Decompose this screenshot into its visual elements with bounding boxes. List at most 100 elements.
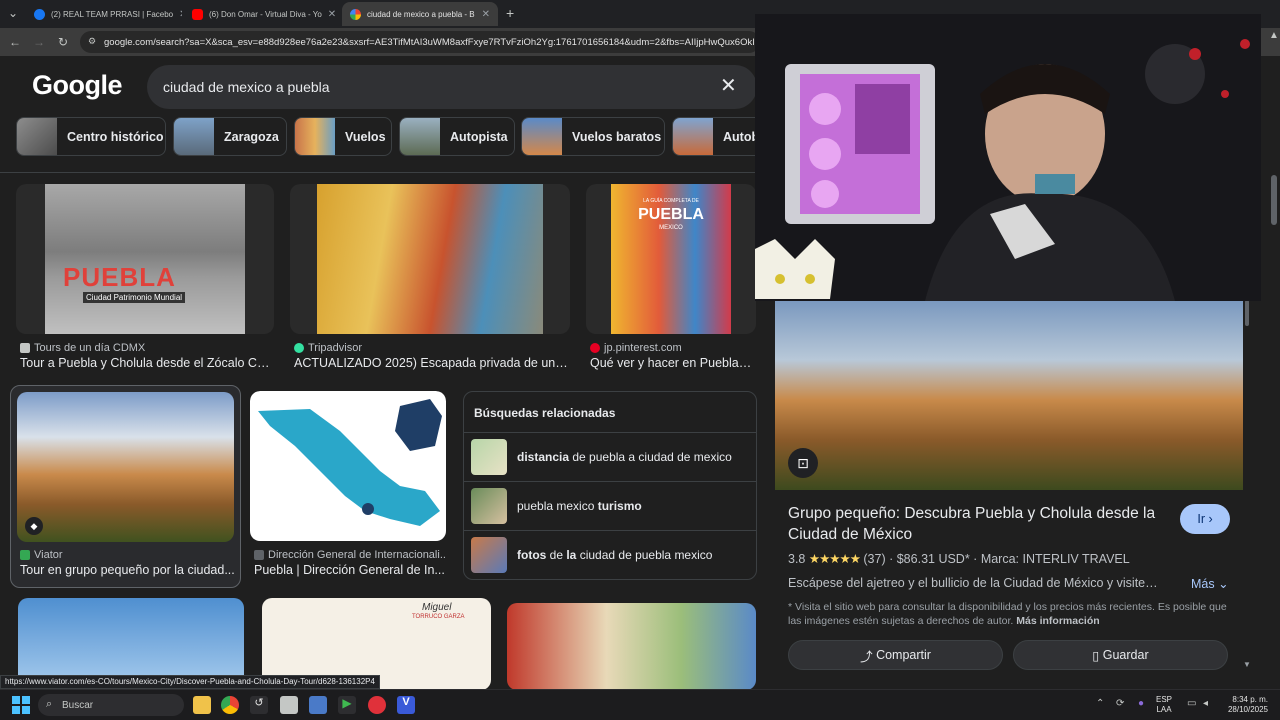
reload-icon[interactable]: ↻: [54, 33, 72, 51]
tripadvisor-icon: [294, 343, 304, 353]
more-label: Más: [1191, 577, 1215, 591]
site-info-icon[interactable]: ⚙: [88, 36, 96, 47]
chip-vuelos-baratos[interactable]: Vuelos baratos: [521, 117, 665, 156]
result-title[interactable]: Puebla | Dirección General de In...: [254, 563, 446, 577]
review-count: (37): [863, 552, 886, 566]
sync-icon[interactable]: ⟳: [1116, 698, 1124, 709]
volume-icon[interactable]: ◂: [1203, 698, 1208, 709]
bookmark-icon: ▯: [1092, 648, 1100, 663]
image-result-facades[interactable]: [507, 603, 756, 690]
chrome-icon[interactable]: [221, 696, 239, 714]
panel-scrollbar[interactable]: [1245, 300, 1249, 326]
status-url: https://www.viator.com/es-CO/tours/Mexic…: [0, 675, 380, 689]
back-icon[interactable]: ←: [6, 33, 24, 51]
tab-google-search[interactable]: ciudad de mexico a puebla - B ✕: [342, 2, 498, 26]
save-label: Guardar: [1102, 648, 1149, 662]
scroll-down-icon[interactable]: ▼: [1243, 660, 1251, 669]
more-button[interactable]: Más ⌄: [1191, 576, 1229, 591]
source-name: Tours de un día CDMX: [34, 342, 146, 354]
chip-autopista[interactable]: Autopista: [399, 117, 515, 156]
result-title[interactable]: Tour a Puebla y Cholula desde el Zócalo …: [20, 356, 274, 370]
youtube-icon: [192, 8, 203, 20]
tab-search-icon[interactable]: ⌄: [4, 4, 22, 22]
webcam-overlay: [755, 14, 1261, 301]
image-result-map[interactable]: Dirección General de Internacionali... P…: [250, 391, 446, 581]
chip-centro-historico[interactable]: Centro histórico: [16, 117, 166, 156]
related-label: distancia de puebla a ciudad de mexico: [517, 450, 732, 464]
share-button[interactable]: ⤴ Compartir: [788, 640, 1003, 670]
related-thumbnail: [471, 488, 507, 524]
copyright-note: * Visita el sitio web para consultar la …: [788, 600, 1228, 628]
chip-zaragoza[interactable]: Zaragoza: [173, 117, 287, 156]
google-logo[interactable]: Google: [32, 70, 123, 101]
result-source: Dirección General de Internacionali...: [254, 549, 446, 561]
address-bar[interactable]: ⚙ google.com/search?sa=X&sca_esv=e88d928…: [80, 31, 760, 53]
preview-hero-image[interactable]: [775, 290, 1243, 490]
webcam-scene: [755, 14, 1261, 301]
related-item[interactable]: fotos de la ciudad de puebla mexico: [464, 530, 756, 579]
go-button[interactable]: Ir ›: [1180, 504, 1230, 534]
mic-icon[interactable]: ●: [1138, 698, 1144, 709]
more-info-link[interactable]: Más información: [1016, 615, 1099, 627]
chip-thumbnail: [400, 118, 440, 155]
image-result-viator-selected[interactable]: ◆ Viator Tour en grupo pequeño por la ci…: [10, 385, 241, 588]
tab-youtube[interactable]: (6) Don Omar - Virtual Diva - Yo ✕: [184, 2, 340, 26]
image-result-tripadvisor[interactable]: Tripadvisor ACTUALIZADO 2025) Escapada p…: [290, 184, 570, 372]
facebook-icon: [34, 8, 45, 20]
tag-icon: ◆: [25, 517, 43, 535]
image-result-zocalo[interactable]: PUEBLA Ciudad Patrimonio Mundial Tours d…: [16, 184, 274, 372]
brand: Marca: INTERLIV TRAVEL: [980, 552, 1130, 566]
related-label: puebla mexico turismo: [517, 499, 642, 513]
close-tab-icon[interactable]: ✕: [173, 9, 182, 20]
note-text: * Visita el sitio web para consultar la …: [788, 601, 1227, 627]
file-explorer-icon[interactable]: [193, 696, 211, 714]
search-input[interactable]: ciudad de mexico a puebla: [147, 65, 757, 109]
page-scrollbar[interactable]: [1271, 175, 1277, 225]
scroll-up-icon[interactable]: ▲: [1269, 30, 1279, 41]
app-icon[interactable]: ↺: [250, 696, 268, 714]
lang-bottom: LAA: [1156, 705, 1172, 714]
forward-icon[interactable]: →: [30, 33, 48, 51]
zocalo-photo: PUEBLA Ciudad Patrimonio Mundial: [45, 184, 245, 334]
tab-facebook[interactable]: (2) REAL TEAM PRRASI | Facebo ✕: [26, 2, 182, 26]
chip-thumbnail: [17, 118, 57, 155]
red-app-icon[interactable]: [368, 696, 386, 714]
language-indicator[interactable]: ESP LAA: [1156, 695, 1172, 715]
chip-vuelos[interactable]: Vuelos: [294, 117, 392, 156]
result-image-box: LA GUÍA COMPLETA DE PUEBLA MEXICO: [586, 184, 756, 334]
chip-autobus[interactable]: Autob: [672, 117, 760, 156]
new-tab-button[interactable]: +: [506, 5, 514, 21]
related-item[interactable]: puebla mexico turismo: [464, 481, 756, 530]
chevron-down-icon: ⌄: [1218, 577, 1229, 591]
result-title[interactable]: Tour en grupo pequeño por la ciudad...: [20, 563, 235, 577]
windows-start-icon[interactable]: [12, 696, 30, 714]
result-title[interactable]: Qué ver y hacer en Puebla?...: [590, 356, 756, 370]
map-author-sub: TORRUCO GARZA: [412, 614, 465, 620]
close-tab-icon[interactable]: ✕: [322, 9, 336, 20]
preview-title[interactable]: Grupo pequeño: Descubra Puebla y Cholula…: [788, 503, 1168, 545]
site-favicon-icon: [20, 343, 30, 353]
chip-label: Zaragoza: [224, 129, 279, 144]
preview-rating: 3.8 ★★★★★ (37) · $86.31 USD* · Marca: IN…: [788, 552, 1130, 566]
tab-title: (6) Don Omar - Virtual Diva - Yo: [209, 9, 322, 19]
lens-icon[interactable]: ⊡: [788, 448, 818, 478]
clear-search-icon[interactable]: ✕: [720, 76, 737, 96]
chip-thumbnail: [295, 118, 335, 155]
network-icon[interactable]: ▭: [1187, 698, 1196, 709]
image-result-pinterest[interactable]: LA GUÍA COMPLETA DE PUEBLA MEXICO jp.pin…: [586, 184, 756, 372]
related-item[interactable]: distancia de puebla a ciudad de mexico: [464, 432, 756, 481]
clock[interactable]: 8:34 p. m. 28/10/2025: [1220, 695, 1268, 715]
tray-overflow-icon[interactable]: ⌃: [1096, 698, 1104, 709]
document-app-icon[interactable]: [280, 696, 298, 714]
result-title[interactable]: ACTUALIZADO 2025) Escapada privada de un…: [294, 356, 570, 370]
taskbar-search[interactable]: ⌕ Buscar: [38, 694, 184, 716]
chevron-right-icon: ›: [1208, 512, 1213, 526]
chip-label: Autob: [723, 129, 760, 144]
save-button[interactable]: ▯ Guardar: [1013, 640, 1228, 670]
patrimonio-sign: Ciudad Patrimonio Mundial: [83, 292, 186, 303]
viator-icon: [20, 550, 30, 560]
close-tab-icon[interactable]: ✕: [476, 9, 490, 20]
media-player-icon[interactable]: ▶: [338, 696, 356, 714]
vegas-icon[interactable]: V: [397, 696, 415, 714]
calculator-icon[interactable]: [309, 696, 327, 714]
